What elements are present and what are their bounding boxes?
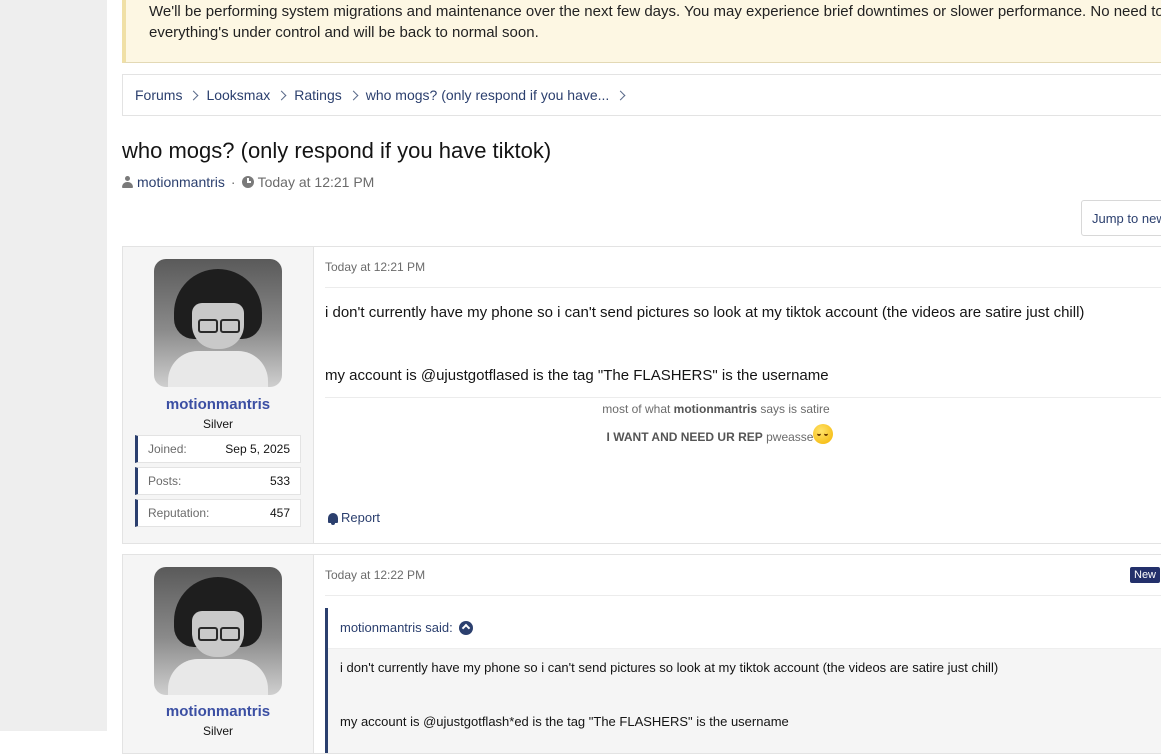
jump-to-new-button[interactable]: Jump to new bbox=[1081, 200, 1161, 236]
signature-name: motionmantris bbox=[673, 402, 758, 416]
signature-line-1: most of what motionmantris says is satir… bbox=[325, 402, 1107, 416]
arrow-up-circle-icon[interactable] bbox=[458, 620, 473, 635]
breadcrumb: Forums Looksmax Ratings who mogs? (only … bbox=[122, 74, 1161, 116]
post-body-line: i don't currently have my phone so i can… bbox=[325, 304, 1085, 321]
post: motionmantris Silver Joined: Sep 5, 2025… bbox=[122, 246, 1161, 544]
post-message: Today at 12:21 PM i don't currently have… bbox=[325, 247, 1161, 543]
stat-value[interactable]: 533 bbox=[270, 474, 290, 488]
meta-separator: · bbox=[230, 174, 236, 190]
post-date[interactable]: Today at 12:21 PM bbox=[325, 260, 425, 274]
post-username[interactable]: motionmantris bbox=[123, 396, 313, 413]
pleading-face-emoji-icon bbox=[813, 424, 834, 444]
stat-value: Sep 5, 2025 bbox=[225, 442, 290, 456]
stat-reputation: Reputation: 457 bbox=[135, 499, 301, 527]
new-badge: New bbox=[1130, 567, 1161, 583]
quote-author[interactable]: motionmantris said: bbox=[340, 620, 453, 635]
left-gutter bbox=[0, 0, 107, 731]
notice-line-1: We'll be performing system migrations an… bbox=[149, 3, 1161, 20]
quote-line: i don't currently have my phone so i can… bbox=[340, 660, 999, 675]
chevron-right-icon bbox=[348, 90, 359, 100]
post-message: Today at 12:22 PM New motionmantris said… bbox=[325, 555, 1161, 753]
thread-meta: motionmantris · Today at 12:21 PM bbox=[122, 174, 374, 190]
avatar[interactable] bbox=[154, 567, 282, 695]
breadcrumb-item-thread[interactable]: who mogs? (only respond if you have... bbox=[366, 87, 634, 103]
breadcrumb-label[interactable]: Ratings bbox=[294, 87, 341, 103]
stat-joined: Joined: Sep 5, 2025 bbox=[135, 435, 301, 463]
user-stats: Joined: Sep 5, 2025 Posts: 533 Reputatio… bbox=[135, 435, 301, 531]
user-title: Silver bbox=[202, 724, 233, 738]
stat-label: Reputation: bbox=[148, 506, 210, 520]
maintenance-notice: We'll be performing system migrations an… bbox=[122, 0, 1161, 63]
quote-header: motionmantris said: bbox=[328, 608, 1161, 649]
notice-line-2: everything's under control and will be b… bbox=[149, 24, 539, 41]
report-button[interactable]: Report bbox=[328, 510, 380, 525]
avatar[interactable] bbox=[154, 259, 282, 387]
stat-label: Joined: bbox=[148, 442, 187, 456]
stat-posts: Posts: 533 bbox=[135, 467, 301, 495]
post-body-line: my account is @ujustgotflased is the tag… bbox=[325, 367, 829, 384]
signature-line-2: I WANT AND NEED UR REP pweasse bbox=[325, 424, 1115, 444]
clock-icon bbox=[241, 176, 254, 188]
breadcrumb-item-forums[interactable]: Forums bbox=[135, 87, 206, 103]
divider bbox=[325, 397, 1161, 398]
stat-value: 457 bbox=[269, 506, 290, 520]
stat-label: Posts: bbox=[148, 474, 182, 488]
post-date[interactable]: Today at 12:22 PM bbox=[325, 568, 425, 582]
post: motionmantris Silver Today at 12:22 PM N… bbox=[122, 554, 1161, 754]
user-icon bbox=[122, 176, 133, 188]
breadcrumb-item-looksmax[interactable]: Looksmax bbox=[206, 87, 294, 103]
breadcrumb-item-ratings[interactable]: Ratings bbox=[294, 87, 365, 103]
thread-author-link[interactable]: motionmantris bbox=[137, 174, 225, 190]
quote-line: my account is @ujustgotflash*ed is the t… bbox=[340, 714, 789, 729]
quote-author-link[interactable]: motionmantris said: bbox=[340, 620, 473, 635]
post-user-cell: motionmantris Silver bbox=[123, 555, 314, 753]
divider bbox=[325, 287, 1161, 288]
page-title: who mogs? (only respond if you have tikt… bbox=[122, 138, 552, 163]
breadcrumb-label[interactable]: who mogs? (only respond if you have... bbox=[366, 87, 610, 103]
breadcrumb-label[interactable]: Looksmax bbox=[206, 87, 270, 103]
chevron-right-icon bbox=[189, 90, 199, 100]
quote-block: motionmantris said: i don't currently ha… bbox=[325, 608, 1161, 753]
bell-icon bbox=[328, 512, 338, 525]
signature-text: most of what bbox=[602, 402, 674, 416]
chevron-right-icon bbox=[276, 90, 287, 100]
breadcrumb-label[interactable]: Forums bbox=[135, 87, 182, 103]
divider bbox=[325, 595, 1161, 596]
user-title: Silver bbox=[202, 417, 233, 431]
post-user-cell: motionmantris Silver Joined: Sep 5, 2025… bbox=[123, 247, 314, 543]
signature-text: pweasse bbox=[762, 430, 814, 444]
post-username[interactable]: motionmantris bbox=[123, 703, 313, 720]
chevron-right-icon bbox=[615, 90, 626, 100]
signature-text: says is satire bbox=[757, 402, 830, 416]
signature-bold-text: I WANT AND NEED UR REP bbox=[606, 430, 763, 444]
thread-start-time[interactable]: Today at 12:21 PM bbox=[258, 174, 375, 190]
report-label[interactable]: Report bbox=[341, 510, 380, 525]
